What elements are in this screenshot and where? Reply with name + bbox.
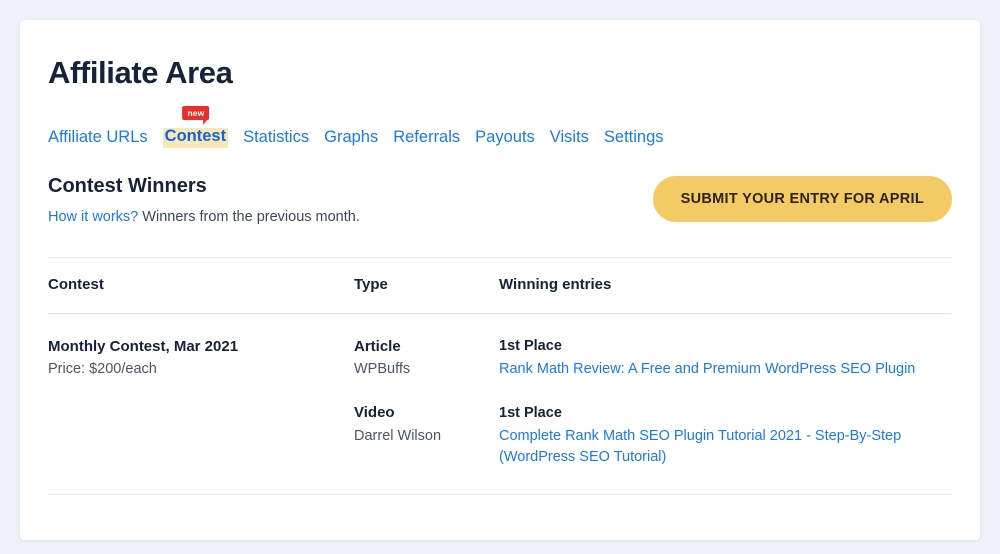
table-row: Monthly Contest, Mar 2021 Price: $200/ea… <box>48 314 952 495</box>
section-title: Contest Winners <box>48 174 207 197</box>
entry-place-article: 1st Place <box>499 337 562 354</box>
nav-item-contest-label: Contest <box>164 127 227 146</box>
nav-item-statistics[interactable]: Statistics <box>243 127 309 148</box>
submit-entry-button[interactable]: SUBMIT YOUR ENTRY FOR APRIL <box>652 175 952 222</box>
column-header-winning-entries: Winning entries <box>499 275 612 293</box>
nav-item-graphs[interactable]: Graphs <box>324 127 378 148</box>
section-header-row: Contest Winners How it works? Winners fr… <box>48 174 952 227</box>
contest-price: Price: $200/each <box>48 360 157 377</box>
nav-item-affiliate-urls[interactable]: Affiliate URLs <box>48 127 148 148</box>
type-block-video: Video Darrel Wilson <box>354 403 489 446</box>
winning-entry-video: 1st Place Complete Rank Math SEO Plugin … <box>499 404 952 468</box>
type-block-article: Article WPBuffs <box>354 337 489 380</box>
nav-item-visits[interactable]: Visits <box>550 127 589 148</box>
nav-item-settings[interactable]: Settings <box>604 127 664 148</box>
entry-link-article[interactable]: Rank Math Review: A Free and Premium Wor… <box>499 359 924 380</box>
section-header-text: Contest Winners How it works? Winners fr… <box>48 174 360 227</box>
winning-entry-article: 1st Place Rank Math Review: A Free and P… <box>499 337 952 380</box>
contest-winners-table: Contest Type Winning entries Monthly Con… <box>48 256 952 496</box>
page-title: Affiliate Area <box>48 55 233 90</box>
type-author-video: Darrel Wilson <box>354 427 442 444</box>
type-author-article: WPBuffs <box>354 360 411 377</box>
entry-place-video: 1st Place <box>499 404 562 421</box>
new-badge: new <box>182 105 210 125</box>
table-header-row: Contest Type Winning entries <box>48 258 952 313</box>
contest-name: Monthly Contest, Mar 2021 <box>48 337 239 355</box>
nav-item-payouts[interactable]: Payouts <box>475 127 535 148</box>
section-subtitle: How it works? Winners from the previous … <box>48 208 360 227</box>
column-header-contest: Contest <box>48 275 104 293</box>
how-it-works-link[interactable]: How it works? <box>48 209 138 225</box>
entry-link-video[interactable]: Complete Rank Math SEO Plugin Tutorial 2… <box>499 426 924 467</box>
nav-item-contest[interactable]: new Contest <box>162 105 229 148</box>
content-card: Affiliate Area Affiliate URLs new Contes… <box>20 20 980 540</box>
type-cell: Article WPBuffs Video Darrel Wilson <box>354 337 499 447</box>
primary-nav: Affiliate URLs new Contest Statistics Gr… <box>48 105 952 148</box>
table-bottom-divider <box>48 494 952 496</box>
section-subtitle-rest: Winners from the previous month. <box>142 208 360 225</box>
nav-item-referrals[interactable]: Referrals <box>393 127 460 148</box>
page: Affiliate Area Affiliate URLs new Contes… <box>0 0 1000 554</box>
type-label-article: Article <box>354 337 401 355</box>
type-label-video: Video <box>354 404 395 422</box>
card-inner: Affiliate Area Affiliate URLs new Contes… <box>20 20 980 496</box>
contest-cell: Monthly Contest, Mar 2021 Price: $200/ea… <box>48 337 354 380</box>
winning-entries-cell: 1st Place Rank Math Review: A Free and P… <box>499 337 952 468</box>
column-header-type: Type <box>354 275 388 293</box>
